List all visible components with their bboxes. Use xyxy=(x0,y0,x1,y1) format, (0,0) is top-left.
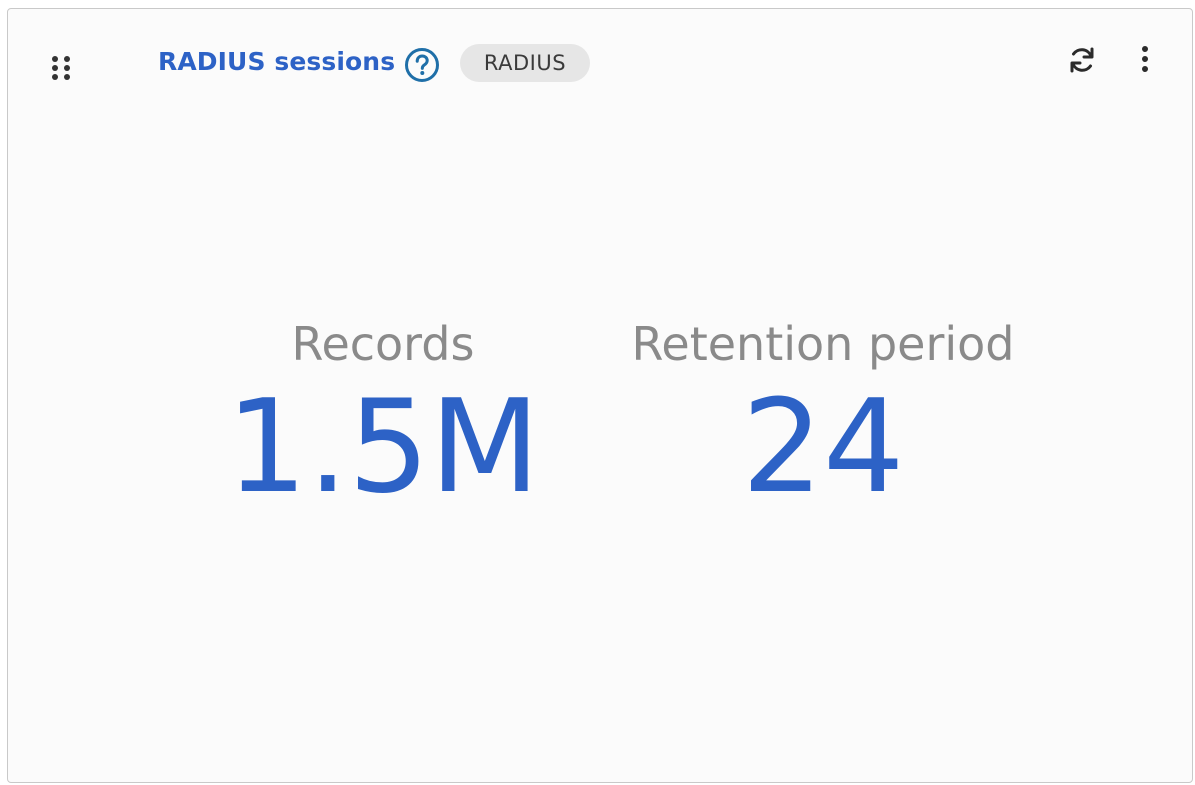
drag-handle-icon[interactable] xyxy=(50,54,74,88)
help-icon[interactable] xyxy=(404,47,440,83)
refresh-icon[interactable] xyxy=(1067,45,1097,75)
metric-retention-period: Retention period 24 xyxy=(598,314,1048,512)
category-badge: RADIUS xyxy=(460,44,590,82)
widget-title[interactable]: RADIUS sessions xyxy=(158,47,395,76)
metric-label: Records xyxy=(291,317,475,371)
metric-value: 24 xyxy=(741,373,905,522)
metric-label: Retention period xyxy=(631,317,1015,371)
more-vertical-icon[interactable] xyxy=(1132,43,1158,77)
radius-sessions-widget: RADIUS sessions RADIUS Records 1.5M Rete… xyxy=(7,8,1193,783)
metric-records: Records 1.5M xyxy=(213,314,553,512)
metric-value: 1.5M xyxy=(226,373,540,522)
